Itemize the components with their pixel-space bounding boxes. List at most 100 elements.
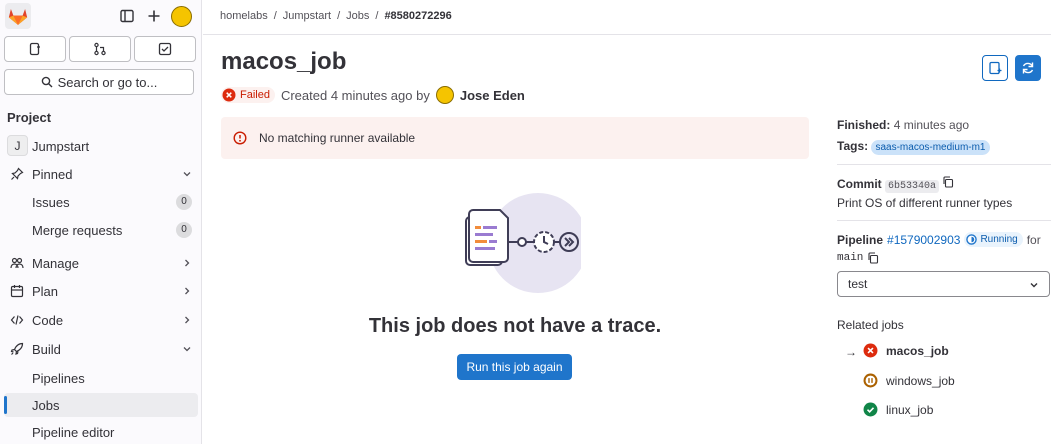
sidebar-quick-actions — [4, 36, 196, 62]
pipeline-for-text: for — [1026, 232, 1041, 247]
alert-message: No matching runner available — [259, 131, 416, 145]
breadcrumb: homelabs / Jumpstart / Jobs / #8580272296 — [220, 10, 452, 22]
status-label: Failed — [240, 89, 270, 101]
pipeline-status-badge[interactable]: Running — [964, 232, 1023, 247]
pin-icon — [9, 166, 25, 182]
calendar-icon — [9, 283, 25, 299]
sidebar-item-label: Jumpstart — [32, 138, 90, 154]
error-alert: No matching runner available — [221, 117, 809, 159]
search-button[interactable]: Search or go to... — [4, 69, 194, 95]
breadcrumb-item[interactable]: Jobs — [346, 10, 369, 22]
related-job-name: macos_job — [886, 343, 949, 358]
issues-count-badge: 0 — [176, 194, 192, 210]
breadcrumb-item[interactable]: homelabs — [220, 10, 268, 22]
finished-row: Finished: 4 minutes ago — [837, 118, 1051, 132]
status-failed-icon — [222, 88, 236, 102]
related-job-name: linux_job — [886, 402, 934, 417]
status-badge[interactable]: Failed — [221, 87, 275, 103]
run-job-again-button[interactable]: Run this job again — [457, 354, 572, 380]
related-job-name: windows_job — [886, 373, 955, 388]
rocket-icon — [9, 341, 25, 357]
divider — [203, 34, 1051, 35]
finished-value: 4 minutes ago — [893, 118, 970, 132]
author-avatar[interactable] — [435, 86, 454, 104]
main-content: homelabs / Jumpstart / Jobs / #8580272296 m… — [203, 0, 1051, 444]
sidebar-item-label: Jobs — [32, 397, 60, 413]
sidebar-item-manage[interactable]: Manage — [4, 251, 198, 275]
status-running-icon — [966, 234, 978, 245]
pipeline-link[interactable]: #1579002903 — [887, 233, 960, 247]
sidebar-item-plan[interactable]: Plan — [4, 279, 198, 303]
author-name[interactable]: Jose Eden — [460, 88, 525, 103]
sidebar-item-label: Issues — [32, 194, 70, 210]
stage-select[interactable]: test — [837, 271, 1050, 297]
sidebar-top — [0, 0, 202, 34]
todo-list-button[interactable] — [134, 36, 196, 62]
job-status-line: Failed Created 4 minutes ago by Jose Ede… — [221, 86, 525, 104]
pipeline-label: Pipeline — [837, 232, 884, 247]
sidebar-item-issues[interactable]: Issues 0 — [4, 190, 198, 214]
stage-select-value: test — [848, 277, 868, 291]
new-issue-button[interactable] — [982, 55, 1008, 81]
chevron-right-icon — [182, 315, 192, 325]
merge-requests-button[interactable] — [69, 36, 131, 62]
sidebar-item-pipelines[interactable]: Pipelines — [4, 366, 198, 390]
chevron-right-icon — [182, 286, 192, 296]
merge-requests-count-badge: 0 — [176, 222, 192, 238]
assigned-issues-button[interactable] — [4, 36, 66, 62]
divider — [837, 164, 1051, 165]
sidebar-item-project[interactable]: J Jumpstart — [4, 134, 198, 158]
related-jobs-label: Related jobs — [837, 318, 904, 332]
created-text: Created 4 minutes ago by — [280, 87, 430, 103]
sidebar-item-label: Build — [32, 341, 61, 357]
sidebar: Search or go to... Project J Jumpstart P… — [0, 0, 202, 444]
gitlab-logo-icon[interactable] — [5, 3, 31, 29]
sidebar-item-label: Merge requests — [32, 222, 123, 238]
error-icon — [233, 131, 247, 145]
page-title: macos_job — [221, 48, 347, 75]
status-failed-icon — [863, 343, 878, 358]
sidebar-toggle-icon[interactable] — [119, 8, 135, 24]
status-pending-icon — [863, 373, 878, 388]
chevron-down-icon — [182, 344, 192, 354]
chevron-right-icon — [182, 258, 192, 268]
users-icon — [9, 255, 25, 271]
sidebar-item-merge-requests[interactable]: Merge requests 0 — [4, 218, 198, 242]
tags-label: Tags: — [837, 139, 869, 153]
copy-icon[interactable] — [942, 176, 954, 188]
code-icon — [9, 312, 25, 328]
pipeline-status-label: Running — [980, 234, 1018, 245]
retry-button[interactable] — [1015, 55, 1041, 81]
empty-state-illustration — [461, 190, 588, 300]
commit-row: Commit 6b53340a — [837, 176, 1051, 193]
sidebar-item-label: Manage — [32, 255, 79, 271]
empty-state-title: This job does not have a trace. — [368, 315, 662, 337]
sidebar-item-label: Pipelines — [32, 370, 85, 386]
sidebar-item-code[interactable]: Code — [4, 308, 198, 332]
user-avatar[interactable] — [171, 6, 192, 27]
sidebar-item-pinned[interactable]: Pinned — [4, 162, 198, 186]
chevron-down-icon — [1029, 280, 1039, 290]
commit-sha[interactable]: 6b53340a — [885, 180, 940, 193]
breadcrumb-current[interactable]: #8580272296 — [384, 10, 451, 22]
related-job-item[interactable]: windows_job — [863, 373, 955, 388]
current-job-arrow-icon: → — [845, 345, 857, 359]
chevron-down-icon — [182, 169, 192, 179]
divider — [837, 220, 1051, 221]
runner-tag: saas-macos-medium-m1 — [871, 140, 990, 155]
sidebar-item-pipeline-editor[interactable]: Pipeline editor — [4, 420, 198, 444]
related-job-item[interactable]: linux_job — [863, 402, 933, 417]
sidebar-item-jobs[interactable]: Jobs — [4, 393, 198, 417]
branch-name[interactable]: main — [837, 252, 863, 264]
commit-label: Commit — [837, 177, 882, 191]
sidebar-item-label: Pinned — [32, 166, 73, 182]
copy-icon[interactable] — [867, 252, 879, 264]
related-job-item[interactable]: macos_job — [863, 343, 949, 358]
search-icon — [41, 76, 53, 88]
create-new-plus-icon[interactable] — [146, 8, 162, 24]
status-success-icon — [863, 402, 878, 417]
breadcrumb-item[interactable]: Jumpstart — [283, 10, 331, 22]
sidebar-item-build[interactable]: Build — [4, 337, 198, 361]
search-label: Search or go to... — [57, 74, 158, 90]
sidebar-item-label: Pipeline editor — [32, 424, 115, 440]
